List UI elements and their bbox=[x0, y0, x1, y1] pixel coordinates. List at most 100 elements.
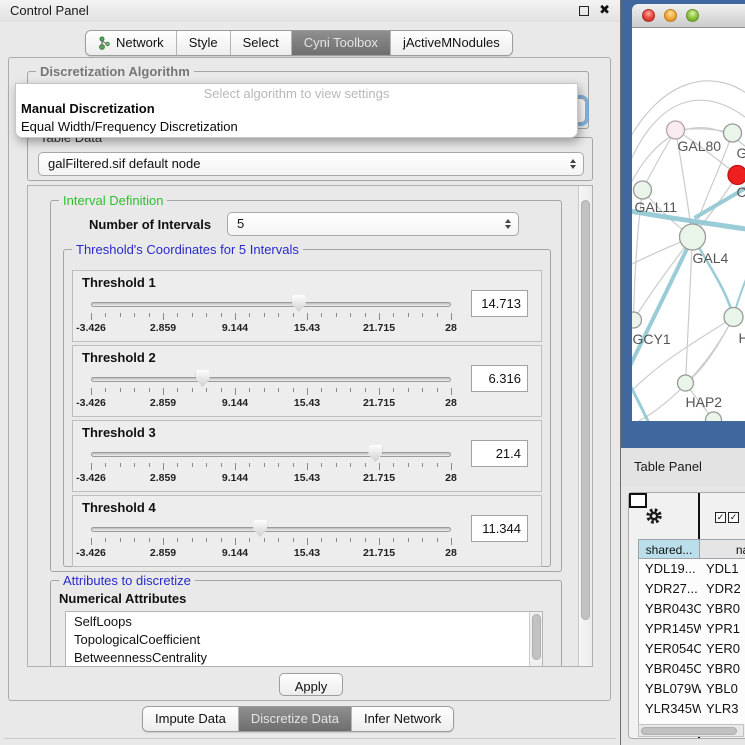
list-scrollbar[interactable] bbox=[529, 612, 542, 667]
table-cell[interactable]: YDL1 bbox=[701, 559, 745, 579]
table-panel-title: Table Panel bbox=[621, 448, 745, 486]
node-label: GAL4 bbox=[693, 250, 729, 266]
tick-mark bbox=[192, 313, 193, 317]
algorithm-option-equal-width[interactable]: Equal Width/Frequency Discretization bbox=[16, 119, 577, 137]
gear-icon[interactable] bbox=[645, 507, 663, 525]
table-row[interactable]: YLR345WYLR3 bbox=[639, 699, 745, 719]
scrollbar-thumb[interactable] bbox=[581, 200, 590, 620]
table-row[interactable]: YDR27...YDR2 bbox=[639, 579, 745, 599]
table-cell[interactable]: YLR3 bbox=[701, 699, 745, 719]
table-cell[interactable]: YDL19... bbox=[639, 559, 701, 579]
tab-network[interactable]: Network bbox=[86, 31, 177, 55]
tick-label: 21.715 bbox=[363, 397, 395, 409]
checkbox-icon[interactable]: ✓ bbox=[728, 512, 739, 523]
split-panel-icon[interactable] bbox=[629, 493, 647, 508]
tick-label: -3.426 bbox=[76, 472, 106, 484]
column-header-name[interactable]: na bbox=[700, 539, 745, 559]
table-row[interactable]: YBR043CYBR0 bbox=[639, 599, 745, 619]
network-canvas[interactable]: GAL80 GA C GAL11 GAL4 GCY1 H HAP2 bbox=[632, 28, 745, 421]
threshold-value-field[interactable]: 14.713 bbox=[471, 290, 528, 317]
table-cell[interactable]: YBR043C bbox=[639, 599, 701, 619]
tick-mark bbox=[105, 388, 106, 392]
tick-mark bbox=[293, 313, 294, 317]
table-cell[interactable]: YDR2 bbox=[701, 579, 745, 599]
tab-cyni-toolbox[interactable]: Cyni Toolbox bbox=[292, 31, 391, 55]
slider-ticks bbox=[91, 313, 451, 321]
table-cell[interactable]: YER054C bbox=[639, 639, 701, 659]
algorithm-option-manual[interactable]: Manual Discretization bbox=[16, 101, 577, 119]
table-cell[interactable]: YER0 bbox=[701, 639, 745, 659]
tab-discretize-data[interactable]: Discretize Data bbox=[239, 707, 352, 731]
settings-scrollbar[interactable] bbox=[578, 186, 592, 666]
table-cell[interactable]: YDR27... bbox=[639, 579, 701, 599]
slider-thumb[interactable] bbox=[196, 370, 210, 387]
node-label: H bbox=[739, 330, 745, 346]
table-row[interactable]: YBL079WYBL0 bbox=[639, 679, 745, 699]
cyni-bottom-tabs: Impute Data Discretize Data Infer Networ… bbox=[142, 706, 454, 732]
scrollbar-thumb[interactable] bbox=[641, 727, 737, 735]
attribute-list-item[interactable]: BetweennessCentrality bbox=[74, 650, 542, 667]
tab-style[interactable]: Style bbox=[177, 31, 231, 55]
minimize-traffic-light-icon[interactable] bbox=[664, 9, 677, 22]
application-root: Control Panel ✖ Network Style Select bbox=[0, 0, 745, 745]
network-view-window: GAL80 GA C GAL11 GAL4 GCY1 H HAP2 bbox=[621, 0, 745, 448]
tick-mark bbox=[192, 388, 193, 392]
tab-label: Select bbox=[243, 35, 279, 50]
tab-select[interactable]: Select bbox=[231, 31, 292, 55]
close-traffic-light-icon[interactable] bbox=[642, 9, 655, 22]
table-row[interactable]: YPR145WYPR1 bbox=[639, 619, 745, 639]
threshold-value-field[interactable]: 21.4 bbox=[471, 440, 528, 467]
tick-mark bbox=[264, 388, 265, 392]
slider-thumb[interactable] bbox=[253, 520, 267, 537]
tick-mark bbox=[321, 313, 322, 317]
slider-tick-labels: -3.4262.8599.14415.4321.71528 bbox=[91, 472, 451, 484]
slider-thumb[interactable] bbox=[292, 295, 306, 312]
slider-track[interactable] bbox=[91, 452, 451, 457]
table-cell[interactable]: YBR045C bbox=[639, 659, 701, 679]
tick-mark bbox=[350, 538, 351, 542]
table-cell[interactable]: YBR0 bbox=[701, 659, 745, 679]
number-of-intervals-combobox[interactable]: 5 bbox=[227, 212, 519, 236]
table-row[interactable]: YDL19...YDL1 bbox=[639, 559, 745, 579]
tick-mark bbox=[221, 538, 222, 542]
threshold-value-field[interactable]: 11.344 bbox=[471, 515, 528, 542]
maximize-traffic-light-icon[interactable] bbox=[686, 9, 699, 22]
tick-mark bbox=[264, 538, 265, 542]
slider-thumb[interactable] bbox=[368, 445, 382, 462]
network-node[interactable] bbox=[632, 121, 745, 421]
tick-label: 28 bbox=[445, 547, 457, 559]
tick-label: 9.144 bbox=[222, 322, 248, 334]
threshold-value-field[interactable]: 6.316 bbox=[471, 365, 528, 392]
tick-label: 9.144 bbox=[222, 472, 248, 484]
tab-infer-network[interactable]: Infer Network bbox=[352, 707, 453, 731]
table-cell[interactable]: YPR1 bbox=[701, 619, 745, 639]
table-cell[interactable]: YBL0 bbox=[701, 679, 745, 699]
tick-mark bbox=[120, 313, 121, 317]
checkbox-icon[interactable]: ✓ bbox=[715, 512, 726, 523]
network-window-titlebar[interactable] bbox=[632, 4, 745, 28]
float-window-icon[interactable] bbox=[579, 6, 589, 16]
tick-label: 15.43 bbox=[294, 397, 320, 409]
tab-jactivemnodules[interactable]: jActiveMNodules bbox=[391, 31, 512, 55]
table-row[interactable]: YBR045CYBR0 bbox=[639, 659, 745, 679]
table-row[interactable]: YER054CYER0 bbox=[639, 639, 745, 659]
tick-label: 15.43 bbox=[294, 472, 320, 484]
table-cell[interactable]: YBL079W bbox=[639, 679, 701, 699]
slider-track[interactable] bbox=[91, 377, 451, 382]
scrollbar-thumb[interactable] bbox=[532, 614, 541, 660]
attribute-list-item[interactable]: SelfLoops bbox=[74, 614, 542, 632]
close-icon[interactable]: ✖ bbox=[599, 2, 610, 18]
table-cell[interactable]: YBR0 bbox=[701, 599, 745, 619]
column-header-shared-name[interactable]: shared... bbox=[638, 539, 700, 559]
apply-button[interactable]: Apply bbox=[279, 673, 343, 696]
tick-mark bbox=[437, 463, 438, 467]
table-cell[interactable]: YPR145W bbox=[639, 619, 701, 639]
tab-impute-data[interactable]: Impute Data bbox=[143, 707, 239, 731]
table-data-combobox[interactable]: galFiltered.sif default node bbox=[38, 152, 584, 176]
attribute-list-item[interactable]: TopologicalCoefficient bbox=[74, 632, 542, 650]
horizontal-scrollbar[interactable] bbox=[638, 724, 744, 737]
table-cell[interactable]: YLR345W bbox=[639, 699, 701, 719]
tick-mark bbox=[379, 388, 380, 395]
slider-track[interactable] bbox=[91, 527, 451, 532]
slider-track[interactable] bbox=[91, 302, 451, 307]
